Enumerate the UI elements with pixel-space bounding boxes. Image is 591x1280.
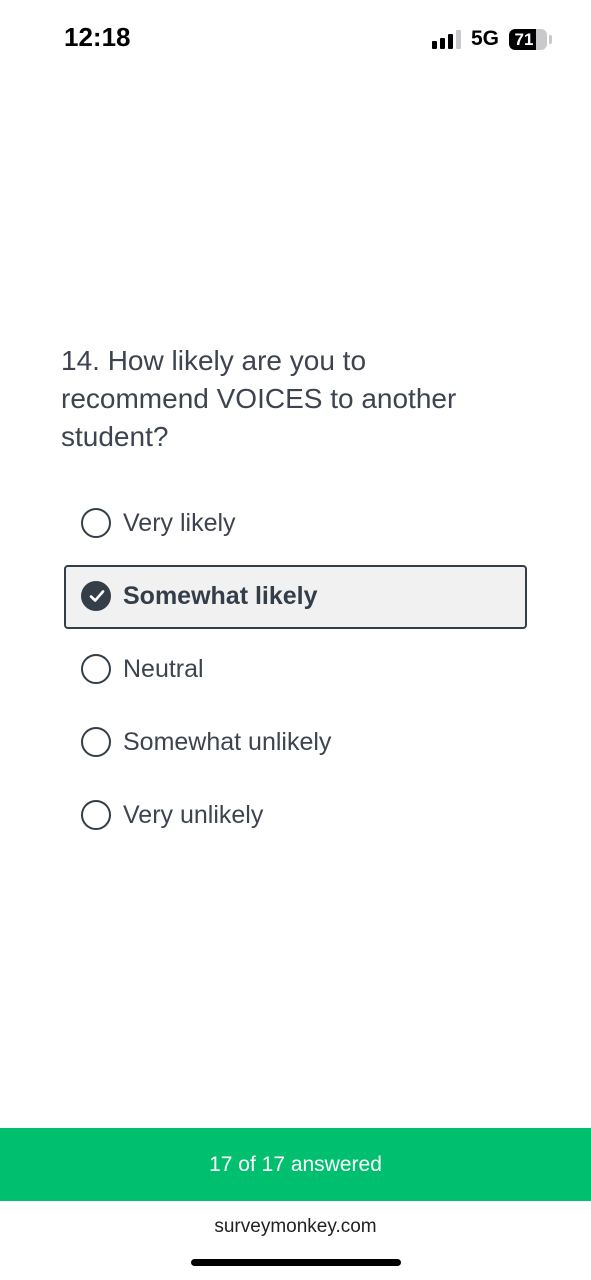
answer-option[interactable]: Neutral [64, 638, 527, 702]
survey-page: 12:18 5G 71 14. How likely are you to re… [0, 0, 591, 1280]
cellular-signal-icon [432, 29, 462, 49]
surveymonkey-link[interactable]: surveymonkey.com [0, 1216, 591, 1238]
answer-option-label: Very unlikely [123, 801, 264, 829]
checkmark-icon[interactable] [81, 581, 111, 611]
answer-option-label: Neutral [123, 655, 204, 683]
battery-nub [549, 35, 552, 44]
answer-option-label: Somewhat likely [123, 582, 318, 610]
answer-option[interactable]: Very likely [64, 492, 527, 556]
battery-level: 71 [514, 30, 534, 49]
answer-option[interactable]: Very unlikely [64, 784, 527, 848]
question-title: 14. How likely are you to recommend VOIC… [61, 345, 457, 452]
answer-option-label: Very likely [123, 509, 236, 537]
battery-icon: 71 [509, 29, 547, 50]
answer-options: Very likely Somewhat likely Neutral Somewha… [64, 492, 527, 857]
answer-option[interactable]: Somewhat likely [64, 565, 527, 629]
progress-bar: 17 of 17 answered [0, 1128, 591, 1201]
radio-circle-icon[interactable] [81, 727, 111, 757]
radio-circle-icon[interactable] [81, 800, 111, 830]
radio-circle-icon[interactable] [81, 654, 111, 684]
answer-option-label: Somewhat unlikely [123, 728, 332, 756]
home-indicator [191, 1259, 401, 1266]
radio-circle-icon[interactable] [81, 508, 111, 538]
answer-option[interactable]: Somewhat unlikely [64, 711, 527, 775]
progress-text: 17 of 17 answered [209, 1153, 382, 1176]
network-type: 5G [471, 27, 500, 50]
status-bar: 12:18 5G 71 [0, 0, 591, 80]
status-time: 12:18 [64, 22, 131, 52]
